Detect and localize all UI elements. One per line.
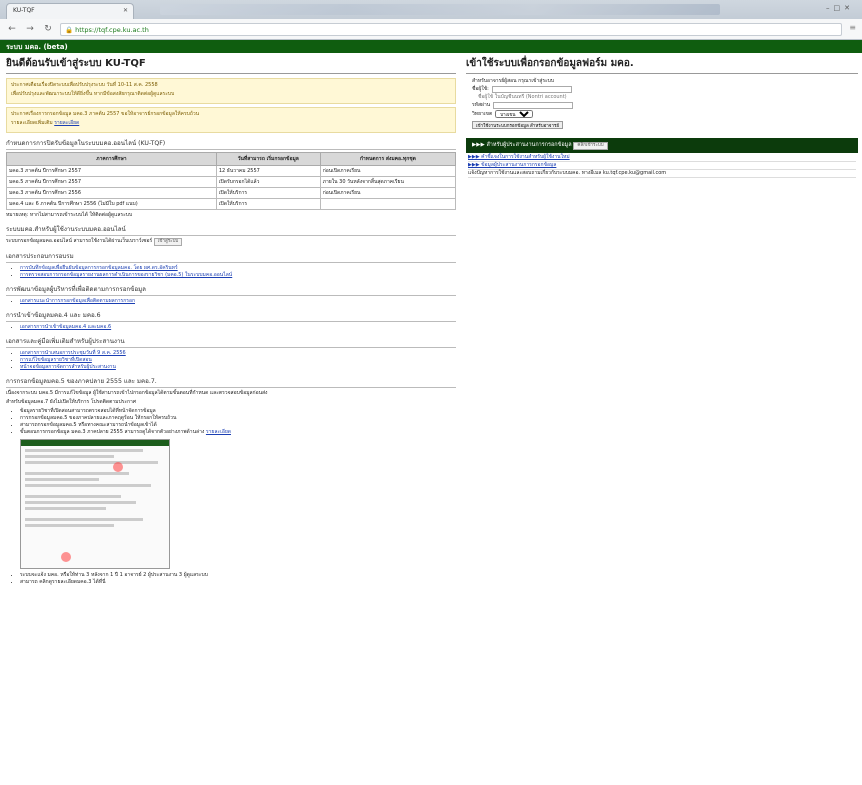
login-button[interactable]: เข้าใช้งานระบบกรอกข้อมูล สำหรับอาจารย์ bbox=[472, 121, 564, 129]
instruction-list: ระบบจะแจ้ง มคอ. หรือให้ท่าน 3 หลังจาก 1 … bbox=[20, 572, 456, 586]
main-content: ยินดีต้อนรับเข้าสู่ระบบ KU-TQF ประกาศเตื… bbox=[6, 56, 456, 783]
section-text: สำหรับข้อมูลมคอ.7 ยังไม่เปิดให้บริการ โป… bbox=[6, 399, 137, 405]
tab-bar: KU-TQF ✕ –□✕ bbox=[0, 0, 862, 19]
column-header: กำหนดการ ส่งมคอ.ทุกชุด bbox=[319, 152, 456, 166]
password-input[interactable] bbox=[493, 102, 574, 109]
schedule-table: ภาคการศึกษา วันที่สามารถ เริ่มกรอกข้อมูลก… bbox=[6, 152, 456, 210]
notice-text: รายละเอียดเพิ่มเติม bbox=[11, 120, 53, 126]
document-link[interactable]: เอกสารแนะนำการกรอกข้อมูลเพื่อติดตามผลการ… bbox=[20, 298, 135, 304]
list-item: ระบบจะแจ้ง มคอ. หรือให้ท่าน 3 หลังจาก 1 … bbox=[20, 572, 456, 579]
table-row: มคอ.5 ภาคต้น ปีการศึกษา 2557 เปิดรับกรอกไ… bbox=[6, 176, 456, 188]
highlight-marker bbox=[61, 552, 71, 562]
schedule-note: หมายเหตุ: หากไม่สามารถเข้าระบบได้ ให้ติด… bbox=[6, 212, 133, 218]
column-header: ภาคการศึกษา bbox=[6, 152, 217, 166]
table-cell: มคอ.4 และ 6 ภาคต้น ปีการศึกษา 2556 (ไม่ม… bbox=[6, 198, 217, 210]
coordinator-button[interactable]: คลิกเข้าระบบ bbox=[573, 142, 608, 150]
window-controls[interactable]: –□✕ bbox=[826, 4, 854, 12]
back-icon[interactable]: ← bbox=[6, 23, 18, 35]
table-cell: มคอ.3 ภาคต้น ปีการศึกษา 2557 bbox=[6, 165, 217, 177]
table-cell: ภายใน 30 วันหลังจากสิ้นสุดภาคเรียน bbox=[319, 176, 456, 188]
browser-tab[interactable]: KU-TQF ✕ bbox=[6, 3, 134, 19]
details-link[interactable]: รายละเอียด bbox=[54, 120, 79, 126]
forward-icon[interactable]: → bbox=[24, 23, 36, 35]
campus-select[interactable]: บางเขน bbox=[495, 110, 534, 118]
notice-text: เพื่อปรับปรุงและพัฒนาระบบให้ดียิ่งขึ้น ห… bbox=[11, 91, 175, 97]
login-form: สำหรับอาจารย์ผู้สอน กรุณาเข้าสู่ระบบ ชื่… bbox=[466, 78, 858, 130]
username-hint: ชื่อผู้ใช้ ในบัญชีนนทรี (Nontri account) bbox=[478, 94, 567, 100]
notice-text: ประกาศเตือนเรื่องปิดระบบเพื่อปรับปรุงระบ… bbox=[11, 82, 158, 88]
login-button[interactable]: เข้าสู่ระบบ bbox=[153, 238, 183, 246]
notice-box: ประกาศเรื่องการกรอกข้อมูล มคอ.3 ภาคต้น 2… bbox=[6, 107, 456, 133]
table-cell: มคอ.3 ภาคต้น ปีการศึกษา 2556 bbox=[6, 187, 217, 199]
table-cell: มคอ.5 ภาคต้น ปีการศึกษา 2557 bbox=[6, 176, 217, 188]
table-cell: 12 ธันวาคม 2557 bbox=[215, 165, 321, 177]
list-item: สามารถ คลิกดูรายละเอียดมคอ.3 ได้ที่นี่ bbox=[20, 579, 456, 586]
notice-box: ประกาศเตือนเรื่องปิดระบบเพื่อปรับปรุงระบ… bbox=[6, 78, 456, 104]
table-row: มคอ.3 ภาคต้น ปีการศึกษา 2557 12 ธันวาคม 2… bbox=[6, 165, 456, 177]
help-link[interactable]: ▶▶▶ คำชี้แจงในการใช้งานสำหรับผู้ใช้งานให… bbox=[468, 154, 570, 160]
section-heading: เอกสารประกอบการอบรม bbox=[6, 251, 456, 263]
nav-bar: ← → ↻ 🔒 https://tqf.cpe.ku.ac.th ≡ bbox=[0, 19, 862, 39]
document-link[interactable]: การตรวจสอบการกรอกข้อมูลรายงานผลการดำเนิน… bbox=[20, 272, 232, 278]
login-panel: เข้าใช้ระบบเพื่อกรอกข้อมูลฟอร์ม มคอ. สำห… bbox=[466, 56, 858, 216]
section-text: เนื่องจากระบบ มคอ.5 มีการแก้ไขข้อมูล ผู้… bbox=[6, 390, 268, 396]
table-cell: ก่อนเปิดภาคเรียน bbox=[319, 165, 456, 177]
tab-title: KU-TQF bbox=[13, 7, 35, 14]
help-links: ▶▶▶ คำชี้แจงในการใช้งานสำหรับผู้ใช้งานให… bbox=[466, 153, 858, 179]
section-heading: การพัฒนาข้อมูลผู้บริหารที่เพื่อติดตามการ… bbox=[6, 284, 456, 296]
table-row: มคอ.4 และ 6 ภาคต้น ปีการศึกษา 2556 (ไม่ม… bbox=[6, 198, 456, 210]
login-title: เข้าใช้ระบบเพื่อกรอกข้อมูลฟอร์ม มคอ. bbox=[466, 56, 858, 74]
table-cell: เปิดให้บริการ bbox=[215, 187, 321, 199]
column-header: วันที่สามารถ เริ่มกรอกข้อมูล bbox=[215, 152, 321, 166]
coordinator-text: ▶▶▶ สำหรับผู้ประสานงานการกรอกข้อมูล bbox=[472, 142, 572, 148]
browser-chrome: KU-TQF ✕ –□✕ ← → ↻ 🔒 https://tqf.cpe.ku.a… bbox=[0, 0, 862, 40]
username-label: ชื่อผู้ใช้: bbox=[472, 86, 489, 92]
notice-text: ประกาศเรื่องการกรอกข้อมูล มคอ.3 ภาคต้น 2… bbox=[11, 111, 200, 117]
url-text: https://tqf.cpe.ku.ac.th bbox=[75, 25, 149, 34]
list-item: การกรอกข้อมูลมคอ.5 ของภาคปลายและภาคฤดูร้… bbox=[20, 415, 456, 422]
table-cell: ก่อนเปิดภาคเรียน bbox=[319, 187, 456, 199]
table-cell bbox=[319, 198, 456, 210]
reload-icon[interactable]: ↻ bbox=[42, 23, 54, 35]
campus-label: วิทยาเขต bbox=[472, 110, 493, 117]
login-intro: สำหรับอาจารย์ผู้สอน กรุณาเข้าสู่ระบบ bbox=[472, 78, 555, 84]
document-list: การบันทึกข้อมูลเพื่อยืนยันข้อมูลการกรอกข… bbox=[20, 265, 456, 279]
document-link[interactable]: เอกสารการนำเข้าข้อมูลมคอ.4 และมคอ.6 bbox=[20, 324, 111, 330]
password-label: รหัสผ่าน bbox=[472, 102, 491, 108]
contact-text: แจ้งปัญหาการใช้งานและสอบถามเกี่ยวกับระบบ… bbox=[468, 170, 856, 178]
table-cell: เปิดให้บริการ bbox=[215, 198, 321, 210]
document-link[interactable]: การบันทึกข้อมูลเพื่อยืนยันข้อมูลการกรอกข… bbox=[20, 265, 178, 271]
details-link[interactable]: รายละเอียด bbox=[206, 429, 231, 435]
page-title: ยินดีต้อนรับเข้าสู่ระบบ KU-TQF bbox=[6, 56, 456, 74]
document-link[interactable]: หน้าจอข้อมูลการจัดการสำหรับผู้ประสานงาน bbox=[20, 364, 116, 370]
highlight-marker bbox=[113, 462, 123, 472]
table-row: มคอ.3 ภาคต้น ปีการศึกษา 2556 เปิดให้บริกา… bbox=[6, 187, 456, 199]
instruction-list: ข้อมูลรายวิชาที่เปิดสอนสามารถตรวจสอบได้ท… bbox=[20, 408, 456, 436]
document-list: เอกสารการนำเสนอการประชุมวันที่ 9 ส.ค. 25… bbox=[20, 350, 456, 371]
document-list: เอกสารการนำเข้าข้อมูลมคอ.4 และมคอ.6 bbox=[20, 324, 456, 331]
section-text: ระบบกรอกข้อมูลมคอ.ออนไลน์ สามารถใช้งานได… bbox=[6, 238, 153, 244]
site-header: ระบบ มคอ. (beta) bbox=[0, 40, 862, 53]
document-link[interactable]: การแก้ไขข้อมูลรายวิชาที่เปิดสอน bbox=[20, 357, 92, 363]
help-link[interactable]: ▶▶▶ ข้อมูลผู้ประสานงานการกรอกข้อมูล bbox=[468, 162, 556, 168]
section-heading: การนำเข้าข้อมูลมคอ.4 และ มคอ.6 bbox=[6, 310, 456, 322]
menu-icon[interactable]: ≡ bbox=[849, 23, 856, 32]
list-item: ขั้นตอนการกรอกข้อมูล มคอ.3 ภาคปลาย 2555 … bbox=[20, 429, 205, 435]
list-item: ข้อมูลรายวิชาที่เปิดสอนสามารถตรวจสอบได้ท… bbox=[20, 408, 456, 415]
tab-strip-background bbox=[160, 4, 720, 15]
section-heading: เอกสารและคู่มือเพิ่มเติมสำหรับผู้ประสานง… bbox=[6, 336, 456, 348]
coordinator-bar: ▶▶▶ สำหรับผู้ประสานงานการกรอกข้อมูล คลิก… bbox=[466, 138, 858, 153]
document-list: เอกสารแนะนำการกรอกข้อมูลเพื่อติดตามผลการ… bbox=[20, 298, 456, 305]
section-heading: ระบบมคอ.สำหรับผู้ใช้งานระบบมคอ.ออนไลน์ bbox=[6, 224, 456, 236]
document-link[interactable]: เอกสารการนำเสนอการประชุมวันที่ 9 ส.ค. 25… bbox=[20, 350, 126, 356]
section-heading: การกรอกข้อมูลมคอ.5 ของภาคปลาย 2555 และ ม… bbox=[6, 376, 456, 388]
lock-icon: 🔒 bbox=[65, 25, 76, 34]
list-item: สามารถกรอกข้อมูลมคอ.5 หรือทางคณะสามารถนำ… bbox=[20, 422, 456, 429]
close-icon[interactable]: ✕ bbox=[123, 7, 128, 14]
table-cell: เปิดรับกรอกได้แล้ว bbox=[215, 176, 321, 188]
section-heading: กำหนดการการปิดรับข้อมูลในระบบมคอ.ออนไลน์… bbox=[6, 138, 456, 150]
username-input[interactable] bbox=[491, 86, 572, 93]
address-bar[interactable]: 🔒 https://tqf.cpe.ku.ac.th bbox=[60, 22, 842, 36]
example-screenshot bbox=[20, 439, 170, 569]
